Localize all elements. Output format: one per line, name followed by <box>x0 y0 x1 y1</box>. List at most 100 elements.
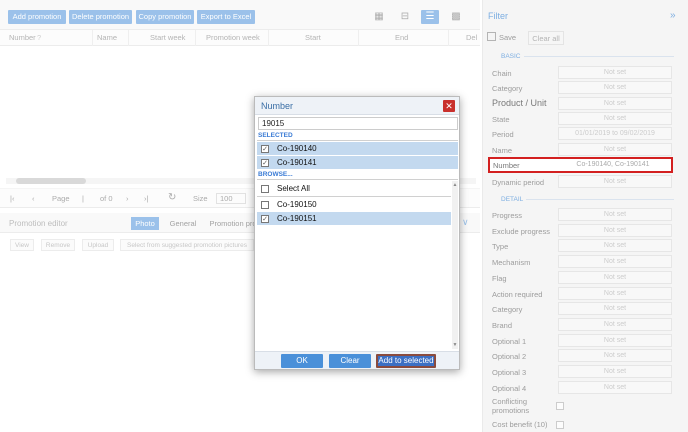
filter-value-optional-3[interactable]: Not set <box>558 365 672 378</box>
next-page-icon[interactable]: › <box>126 194 129 203</box>
help-icon: ? <box>37 33 42 42</box>
filter-number-row[interactable]: Number Co-190140, Co-190141 <box>488 157 673 173</box>
filter-save-button[interactable]: Save <box>487 31 523 45</box>
checkbox-checked-icon[interactable]: ✓ <box>261 145 269 153</box>
close-icon[interactable]: ✕ <box>443 100 455 112</box>
promotion-editor-title: Promotion editor <box>9 219 68 228</box>
page-size-select[interactable]: 100 <box>216 193 246 204</box>
browse-item[interactable]: Co-190150 <box>257 198 451 211</box>
ok-button[interactable]: OK <box>281 354 323 368</box>
column-name[interactable]: Name <box>97 33 117 42</box>
upload-button[interactable]: Upload <box>82 239 114 251</box>
dialog-search-input[interactable] <box>258 117 458 130</box>
collapse-panel-icon[interactable]: » <box>670 10 676 21</box>
last-page-icon[interactable]: ›| <box>144 194 148 203</box>
filter-label-optional-3: Optional 3 <box>492 368 527 377</box>
section-divider <box>526 199 674 200</box>
filter-value-optional-2[interactable]: Not set <box>558 349 672 362</box>
clear-button[interactable]: Clear <box>329 354 371 368</box>
item-label: Co-190151 <box>277 214 317 223</box>
filter-value-name[interactable]: Not set <box>558 143 672 156</box>
checkbox-icon[interactable] <box>261 185 269 193</box>
filter-value-flag[interactable]: Not set <box>558 271 672 284</box>
tab-photo[interactable]: Photo <box>131 217 159 230</box>
first-page-icon[interactable]: |‹ <box>10 194 14 203</box>
browse-item[interactable]: ✓ Co-190151 <box>257 212 451 225</box>
filter-value-optional-1[interactable]: Not set <box>558 334 672 347</box>
column-number[interactable]: Number <box>9 33 36 42</box>
scroll-down-icon[interactable]: ▼ <box>452 341 458 349</box>
filter-value-chain[interactable]: Not set <box>558 66 672 79</box>
checkbox-icon[interactable] <box>261 201 269 209</box>
filter-label-progress: Progress <box>492 211 523 220</box>
filter-value-state[interactable]: Not set <box>558 112 672 125</box>
filter-clear-all-button[interactable]: Clear all <box>528 31 564 45</box>
filter-label-dynamic-period: Dynamic period <box>492 178 545 187</box>
filter-value-exclude-progress[interactable]: Not set <box>558 224 672 237</box>
filter-value-dynamic-period[interactable]: Not set <box>558 175 672 188</box>
tab-general[interactable]: General <box>166 217 200 230</box>
app: Add promotion Delete promotion Copy prom… <box>0 0 688 432</box>
column-start[interactable]: Start <box>305 33 321 42</box>
collapse-icon[interactable]: ⊟ <box>396 10 414 24</box>
filter-label-mechanism: Mechanism <box>492 258 531 267</box>
filter-value-category[interactable]: Not set <box>558 81 672 94</box>
filter-value-period[interactable]: 01/01/2019 to 09/02/2019 <box>558 127 672 140</box>
tab-promotion-pro[interactable]: Promotion pro <box>208 217 258 230</box>
refresh-icon[interactable]: ↻ <box>168 192 176 203</box>
save-icon <box>487 32 496 41</box>
scroll-up-icon[interactable]: ▲ <box>452 181 458 189</box>
prev-page-icon[interactable]: ‹ <box>32 194 35 203</box>
filter-label-flag: Flag <box>492 274 507 283</box>
conflicting-checkbox[interactable] <box>556 402 564 410</box>
section-detail: DETAIL <box>501 196 524 203</box>
filter-value-optional-4[interactable]: Not set <box>558 381 672 394</box>
view-button[interactable]: View <box>10 239 34 251</box>
delete-promotion-button[interactable]: Delete promotion <box>69 10 132 24</box>
cost-benefit-checkbox[interactable] <box>556 421 564 429</box>
filter-value-brand[interactable]: Not set <box>558 318 672 331</box>
add-to-selected-button[interactable]: Add to selected <box>376 354 436 368</box>
dialog-vertical-scrollbar[interactable]: ▲ ▼ <box>452 181 458 349</box>
column-start-week[interactable]: Start week <box>150 33 185 42</box>
column-end[interactable]: End <box>395 33 408 42</box>
selected-item[interactable]: ✓ Co-190141 <box>257 156 458 169</box>
export-excel-button[interactable]: Export to Excel <box>197 10 255 24</box>
checkbox-checked-icon[interactable]: ✓ <box>261 215 269 223</box>
column-del[interactable]: Del <box>466 33 477 42</box>
filter-label-category: Category <box>492 84 523 93</box>
select-all-item[interactable]: Select All <box>257 182 451 195</box>
filter-label-brand: Brand <box>492 321 513 330</box>
checkbox-checked-icon[interactable]: ✓ <box>261 159 269 167</box>
filter-value-number[interactable]: Co-190140, Co-190141 <box>558 161 668 168</box>
filter-label-optional-4: Optional 4 <box>492 384 527 393</box>
column-promotion-week[interactable]: Promotion week <box>206 33 260 42</box>
section-divider <box>524 56 674 57</box>
size-label: Size <box>193 194 208 203</box>
filter-value-category-detail[interactable]: Not set <box>558 302 672 315</box>
filter-label-optional-2: Optional 2 <box>492 352 527 361</box>
filter-value-progress[interactable]: Not set <box>558 208 672 221</box>
filter-label-cost-benefit: Cost benefit (10) <box>492 420 548 429</box>
filter-label-exclude-progress: Exclude progress <box>492 227 550 236</box>
filter-value-action-required[interactable]: Not set <box>558 287 672 300</box>
list-view-icon[interactable]: ☰ <box>421 10 439 24</box>
filter-value-type[interactable]: Not set <box>558 239 672 252</box>
calendar-icon[interactable]: ▦ <box>370 10 388 24</box>
add-promotion-button[interactable]: Add promotion <box>8 10 66 24</box>
select-suggested-button[interactable]: Select from suggested promotion pictures <box>120 239 254 251</box>
remove-button[interactable]: Remove <box>41 239 75 251</box>
grid-view-icon[interactable]: ▩ <box>447 10 465 24</box>
filter-value-product-unit[interactable]: Not set <box>558 97 672 110</box>
expand-chevron-icon[interactable]: ∨ <box>462 217 469 228</box>
filter-value-mechanism[interactable]: Not set <box>558 255 672 268</box>
page-of: of 0 <box>100 194 113 203</box>
filter-label-product-unit: Product / Unit <box>492 98 547 108</box>
column-separator <box>128 30 129 46</box>
page-input[interactable]: | <box>82 194 84 203</box>
copy-promotion-button[interactable]: Copy promotion <box>136 10 194 24</box>
dialog-title: Number <box>261 101 294 111</box>
scrollbar-thumb[interactable] <box>16 178 86 184</box>
selected-item[interactable]: ✓ Co-190140 <box>257 142 458 155</box>
filter-save-label: Save <box>499 33 517 42</box>
